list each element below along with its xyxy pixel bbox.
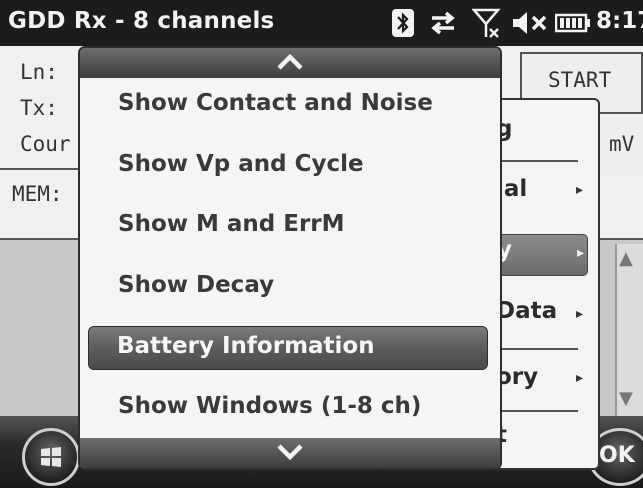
- volume-muted-icon[interactable]: [510, 6, 550, 40]
- menu-item-vp-cycle[interactable]: Show Vp and Cycle: [118, 151, 364, 177]
- parent-menu-item[interactable]: ory: [496, 364, 538, 390]
- chevron-down-icon: [277, 444, 303, 461]
- windows-icon: [41, 447, 61, 467]
- parent-menu-item[interactable]: Data: [496, 298, 557, 324]
- scrollbar[interactable]: ▲ ▼: [615, 244, 643, 420]
- no-signal-icon[interactable]: [470, 6, 504, 40]
- clock[interactable]: 8:17: [596, 8, 643, 34]
- parent-menu-item-selected[interactable]: y ▸: [494, 234, 588, 276]
- menu-item-contact-noise[interactable]: Show Contact and Noise: [118, 90, 433, 116]
- menu-item-battery-information[interactable]: Battery Information: [88, 326, 488, 370]
- scroll-up-icon[interactable]: ▲: [619, 248, 633, 269]
- menu-item-label: Battery Information: [117, 333, 375, 359]
- submenu-arrow-icon: ▸: [576, 306, 584, 322]
- menu-separator: [492, 410, 578, 412]
- menu-item-m-errm[interactable]: Show M and ErrM: [118, 211, 345, 237]
- parent-menu: g ial ▸ y ▸ Data ▸ ory ▸ t: [490, 98, 600, 470]
- unit-label: mV: [609, 132, 635, 156]
- battery-icon[interactable]: [554, 6, 592, 40]
- menu-scroll-down-button[interactable]: [80, 438, 500, 468]
- unit-field: mV: [595, 120, 643, 178]
- menu-scroll-up-button[interactable]: [80, 48, 500, 78]
- app-title: GDD Rx - 8 channels: [8, 8, 275, 34]
- menu-separator: [492, 160, 578, 162]
- start-menu-button[interactable]: [22, 428, 80, 486]
- line-label: Ln:: [20, 60, 58, 84]
- bluetooth-icon[interactable]: [388, 6, 418, 40]
- scroll-down-icon[interactable]: ▼: [619, 388, 633, 409]
- memory-label: MEM:: [12, 182, 63, 206]
- chevron-up-icon: [277, 53, 303, 70]
- submenu-arrow-icon: ▸: [577, 245, 585, 261]
- menu-item-windows[interactable]: Show Windows (1-8 ch): [118, 393, 421, 419]
- title-bar: GDD Rx - 8 channels 8:1: [0, 0, 643, 46]
- data-sync-icon[interactable]: [426, 6, 460, 40]
- menu-separator: [492, 348, 578, 350]
- submenu-arrow-icon: ▸: [576, 182, 584, 198]
- menu-item-decay[interactable]: Show Decay: [118, 272, 274, 298]
- submenu-arrow-icon: ▸: [576, 370, 584, 386]
- popup-menu: Show Contact and Noise Show Vp and Cycle…: [78, 46, 502, 470]
- count-label: Cour: [20, 132, 71, 156]
- tx-label: Tx:: [20, 96, 58, 120]
